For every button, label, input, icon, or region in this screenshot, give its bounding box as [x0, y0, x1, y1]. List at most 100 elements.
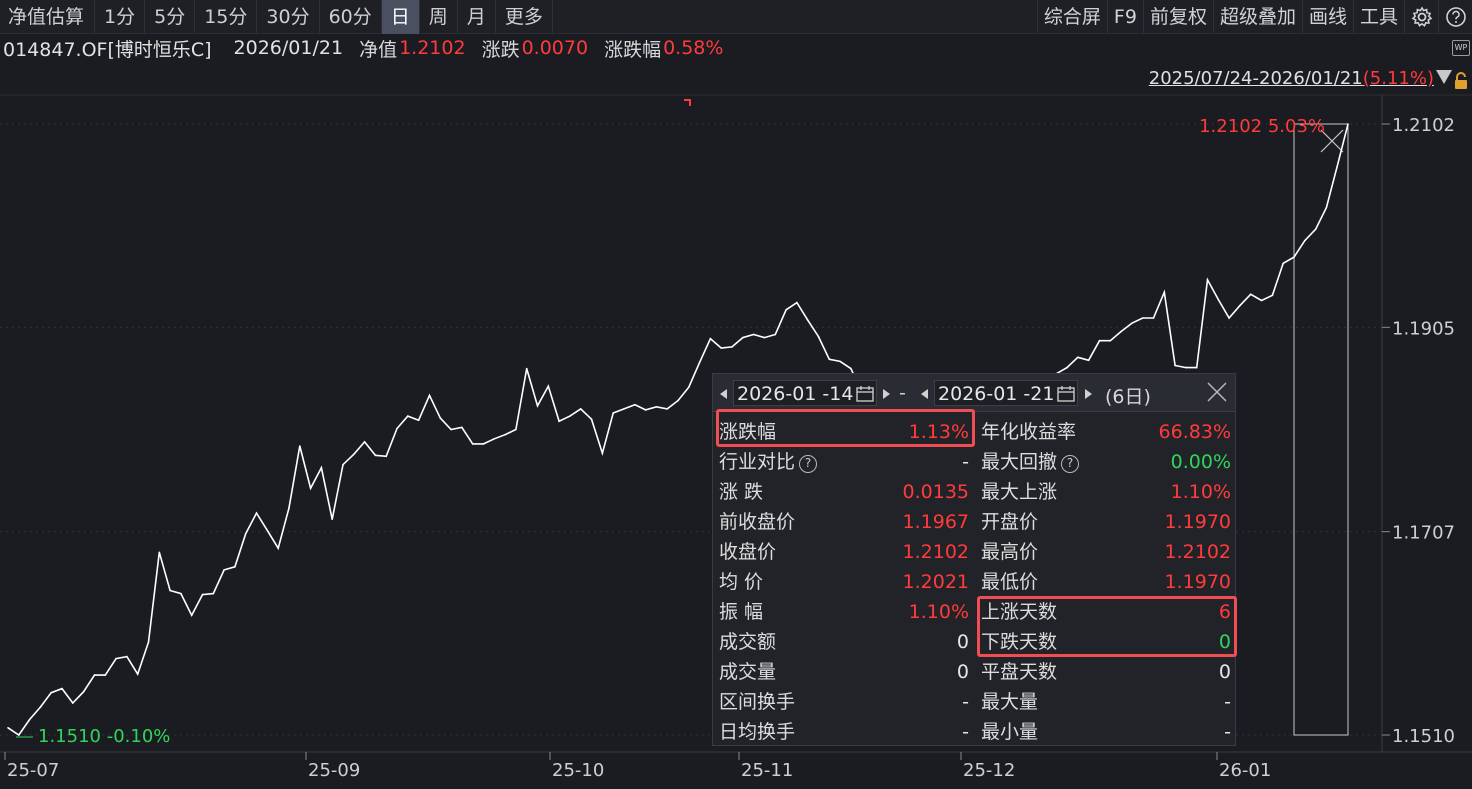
selected-range-box[interactable]: [1293, 123, 1349, 736]
range-open-paren: (: [1362, 68, 1370, 89]
stat-row: 最大量 -: [981, 687, 1231, 717]
lock-icon[interactable]: [1453, 72, 1469, 90]
nav-point: [39, 706, 42, 708]
period-tab-3[interactable]: 15分: [195, 0, 258, 34]
toolbar-button-4[interactable]: 画线: [1301, 0, 1353, 34]
fund-code: 014847.OF[博时恒乐C]: [3, 38, 212, 61]
stat-label-text: 成交量: [719, 661, 777, 683]
toolbar-button-5[interactable]: 工具: [1352, 0, 1404, 34]
x-tick-label: 25-07: [7, 760, 59, 781]
nav-point: [277, 547, 280, 549]
stat-value: -: [962, 721, 969, 743]
help-icon[interactable]: ?: [799, 455, 818, 473]
start-date-text: 2026-01 -14: [737, 383, 854, 405]
stat-value: 1.2102: [1164, 541, 1231, 563]
y-tick-label: 1.2102: [1392, 115, 1455, 136]
nav-point: [288, 507, 290, 509]
nav-point: [158, 551, 161, 554]
start-next-icon[interactable]: [883, 389, 890, 399]
nav-point: [190, 614, 193, 617]
nav-point: [201, 593, 204, 596]
nav-point: [796, 301, 798, 304]
period-tab-4[interactable]: 30分: [257, 0, 320, 34]
stat-value: 0.0135: [902, 481, 969, 503]
date-separator: -: [899, 382, 906, 404]
range-close-paren: ): [1426, 68, 1434, 89]
nav-point: [612, 412, 614, 414]
stat-row: 成交额 0: [719, 627, 969, 657]
close-icon[interactable]: [1207, 382, 1227, 402]
stat-label: 最大回撤?: [981, 447, 1080, 477]
toolbar-right: 综合屏 F9 前复权 超级叠加 画线 工具: [1036, 0, 1472, 34]
help-icon[interactable]: [1438, 0, 1472, 34]
stat-row: 平盘天数 0: [981, 657, 1231, 687]
x-tick-label: 25-12: [963, 760, 1015, 781]
wp-badge-icon[interactable]: WP: [1452, 40, 1470, 56]
stat-label-text: 最高价: [981, 541, 1039, 563]
min-value-label: 1.1510 -0.10%: [38, 726, 170, 747]
nav-point: [450, 428, 452, 431]
end-prev-icon[interactable]: [921, 389, 928, 399]
toolbar-button-3[interactable]: 超级叠加: [1212, 0, 1302, 34]
nav-point: [655, 406, 658, 408]
nav-point: [7, 727, 9, 729]
nav-point: [212, 592, 215, 595]
stat-label-text: 平盘天数: [981, 661, 1058, 683]
gear-icon[interactable]: [1404, 0, 1438, 34]
nav-point: [623, 408, 625, 410]
y-axis-labels: 1.2102 1.1905 1.1707 1.1510: [1392, 115, 1455, 747]
stat-row: 日均换手 -: [719, 717, 969, 747]
nav-point: [752, 333, 755, 336]
stat-row: 前收盘价 1.1967: [719, 507, 969, 537]
nav-point: [169, 589, 171, 592]
period-tab-7[interactable]: 周: [420, 0, 458, 34]
period-tab-9[interactable]: 更多: [496, 0, 553, 34]
nav-point: [115, 657, 117, 660]
period-tab-6[interactable]: 日: [381, 0, 420, 34]
stat-label: 振 幅: [719, 597, 763, 627]
period-tab-5[interactable]: 60分: [320, 0, 382, 34]
stat-label: 最大上涨: [981, 477, 1057, 507]
stat-label-text: 涨 跌: [719, 481, 764, 503]
pct-value: 0.58%: [663, 37, 724, 59]
start-prev-icon[interactable]: [720, 389, 727, 399]
nav-point: [1260, 299, 1263, 302]
max-value-label: 1.2102 5.03%: [1199, 116, 1325, 137]
calendar-icon[interactable]: [1057, 386, 1075, 402]
nav-point: [515, 428, 517, 431]
period-tab-8[interactable]: 月: [458, 0, 496, 34]
nav-point: [180, 592, 182, 595]
stat-label-text: 收盘价: [719, 541, 777, 563]
stat-label: 区间换手: [719, 687, 795, 717]
toolbar-button-0[interactable]: 综合屏: [1036, 0, 1107, 34]
help-icon[interactable]: ?: [1061, 455, 1080, 473]
period-tab-2[interactable]: 5分: [145, 0, 196, 34]
stat-row: 均 价 1.2021: [719, 567, 969, 597]
x-tick-label: 25-10: [552, 760, 604, 781]
nav-point: [742, 336, 744, 339]
nav-point: [1109, 339, 1112, 342]
nav-point: [320, 466, 323, 469]
highlight-updown-box: [977, 596, 1237, 657]
stat-value: -: [1224, 721, 1231, 743]
toolbar-button-1[interactable]: F9: [1106, 0, 1143, 34]
toolbar-button-2[interactable]: 前复权: [1142, 0, 1213, 34]
end-next-icon[interactable]: [1085, 389, 1092, 399]
nav-point: [61, 687, 63, 690]
stat-label: 收盘价: [719, 537, 776, 567]
nav-point: [136, 673, 139, 675]
period-tab-0[interactable]: 净值估算: [0, 0, 96, 34]
nav-point: [698, 361, 701, 364]
nav-point: [1152, 317, 1155, 319]
nav-point: [461, 426, 463, 429]
period-tab-1[interactable]: 1分: [95, 0, 146, 34]
stat-value: 0: [1218, 661, 1231, 683]
nav-point: [255, 512, 258, 514]
nav-point: [709, 337, 712, 340]
nav-point: [547, 385, 550, 388]
nav-point: [720, 347, 722, 349]
range-dropdown-icon[interactable]: [1436, 70, 1452, 84]
calendar-icon[interactable]: [856, 386, 874, 402]
stat-row: 成交量 0: [719, 657, 969, 687]
range-selector[interactable]: 2025/07/24-2026/01/21(5.11%): [1149, 68, 1434, 92]
